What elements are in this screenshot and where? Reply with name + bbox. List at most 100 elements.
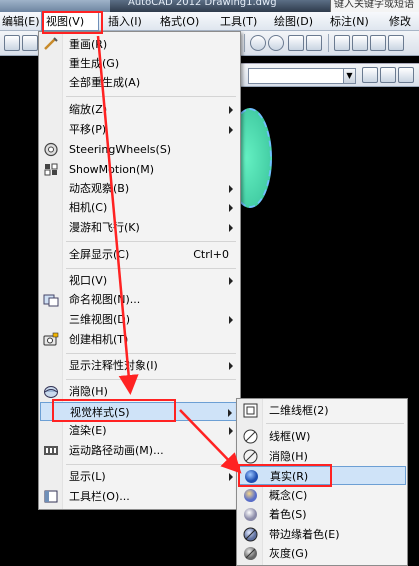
submenu-item-shaded-edges[interactable]: 带边缘着色(E): [238, 525, 406, 544]
menu-separator: [66, 464, 236, 465]
menu-item-clean-screen[interactable]: 全屏显示(C) Ctrl+0: [40, 245, 239, 264]
menu-item-pan[interactable]: 平移(P): [40, 120, 239, 139]
layer-state-icon[interactable]: [362, 67, 378, 83]
hide-icon: [44, 386, 58, 398]
menu-item-label: 平移(P): [69, 123, 107, 136]
zoom-extents-icon[interactable]: [306, 35, 322, 51]
menu-item-label: 重生成(G): [69, 57, 120, 70]
toolbar-separator: [328, 34, 329, 52]
sheet-set-icon[interactable]: [388, 35, 404, 51]
zoom-window-icon[interactable]: [250, 35, 266, 51]
menu-item-create-camera[interactable]: 创建相机(T): [40, 330, 239, 349]
menu-item-label: 显示注释性对象(I): [69, 359, 158, 372]
menu-item-redraw[interactable]: 重画(R): [40, 35, 239, 54]
2d-wireframe-icon: [243, 403, 258, 418]
menu-insert[interactable]: 插入(I): [104, 12, 146, 31]
menu-separator: [66, 268, 236, 269]
submenu-item-label: 灰度(G): [269, 547, 309, 560]
menu-item-display[interactable]: 显示(L): [40, 467, 239, 486]
showmotion-icon: [44, 163, 58, 176]
menu-draw[interactable]: 绘图(D): [270, 12, 317, 31]
menu-item-motion-path[interactable]: 运动路径动画(M)...: [40, 441, 239, 460]
menu-item-show-annotative[interactable]: 显示注释性对象(I): [40, 356, 239, 375]
menu-item-label: ShowMotion(M): [69, 163, 155, 176]
menu-item-showmotion[interactable]: ShowMotion(M): [40, 160, 239, 179]
shaded-edges-icon: [243, 527, 258, 542]
named-view-icon: [43, 294, 59, 307]
wireframe-icon: [243, 429, 258, 444]
toolbar-icon: [44, 490, 58, 503]
annotation-box-realistic: [238, 464, 332, 487]
menu-item-label: 视口(V): [69, 274, 108, 287]
hidden-icon: [243, 449, 258, 464]
layer-match-icon[interactable]: [398, 67, 414, 83]
menu-item-steeringwheels[interactable]: SteeringWheels(S): [40, 140, 239, 159]
search-input[interactable]: 键入关键字或短语: [330, 0, 419, 12]
submenu-arrow-icon: [229, 126, 233, 134]
menu-tools[interactable]: 工具(T): [216, 12, 261, 31]
menu-item-render[interactable]: 渲染(E): [40, 421, 239, 440]
submenu-item-wireframe[interactable]: 线框(W): [238, 427, 406, 446]
submenu-arrow-icon: [229, 204, 233, 212]
submenu-arrow-icon: [229, 224, 233, 232]
submenu-item-label: 着色(S): [269, 508, 307, 521]
submenu-item-shaded[interactable]: 着色(S): [238, 505, 406, 524]
menu-item-label: 重画(R): [69, 38, 108, 51]
annotation-box-view-menu: [42, 11, 103, 34]
submenu-item-label: 带边缘着色(E): [269, 528, 340, 541]
window-title: AutoCAD 2012 Drawing1.dwg: [128, 0, 277, 8]
menu-item-shortcut: Ctrl+0: [193, 248, 229, 261]
menu-item-zoom[interactable]: 缩放(Z): [40, 100, 239, 119]
submenu-item-label: 概念(C): [269, 489, 308, 502]
submenu-arrow-icon: [229, 427, 233, 435]
menu-modify[interactable]: 修改: [385, 12, 415, 31]
menu-separator: [66, 379, 236, 380]
menu-item-named-views[interactable]: 命名视图(N)...: [40, 290, 239, 309]
menu-item-label: 显示(L): [69, 470, 106, 483]
chevron-down-icon[interactable]: ▼: [343, 69, 355, 83]
menu-separator: [66, 353, 236, 354]
submenu-arrow-icon: [229, 316, 233, 324]
menu-format[interactable]: 格式(O): [156, 12, 203, 31]
menu-item-label: 全部重生成(A): [69, 76, 141, 89]
menu-item-label: 命名视图(N)...: [69, 293, 141, 306]
menu-item-regen[interactable]: 重生成(G): [40, 54, 239, 73]
layer-dropdown[interactable]: ▼: [248, 68, 356, 84]
menu-item-viewports[interactable]: 视口(V): [40, 271, 239, 290]
menu-item-label: 漫游和飞行(K): [69, 221, 140, 234]
film-icon: [44, 446, 58, 455]
zoom-previous-icon[interactable]: [268, 35, 284, 51]
menu-item-label: 动态观察(B): [69, 182, 130, 195]
annotation-box-visual-styles: [52, 399, 176, 422]
shaded-icon: [244, 508, 257, 521]
menu-item-orbit[interactable]: 动态观察(B): [40, 179, 239, 198]
view-dropdown-menu: 重画(R) 重生成(G) 全部重生成(A) 缩放(Z) 平移(P) Steeri…: [38, 31, 241, 510]
menu-item-toolbars[interactable]: 工具栏(O)...: [40, 487, 239, 506]
toolbar-separator: [244, 34, 245, 52]
new-icon[interactable]: [4, 35, 20, 51]
menu-item-label: 相机(C): [69, 201, 108, 214]
menu-item-3d-views[interactable]: 三维视图(D): [40, 310, 239, 329]
submenu-item-conceptual[interactable]: 概念(C): [238, 486, 406, 505]
submenu-item-grayscale[interactable]: 灰度(G): [238, 544, 406, 563]
menu-item-label: 工具栏(O)...: [69, 490, 130, 503]
submenu-item-label: 二维线框(2): [269, 404, 329, 417]
menu-separator: [66, 241, 236, 242]
zoom-realtime-icon[interactable]: [288, 35, 304, 51]
redraw-icon: [44, 37, 58, 50]
brush-icon[interactable]: [22, 35, 38, 51]
menu-dimension[interactable]: 标注(N): [326, 12, 373, 31]
menu-item-camera[interactable]: 相机(C): [40, 198, 239, 217]
tool-palettes-icon[interactable]: [370, 35, 386, 51]
layer-previous-icon[interactable]: [380, 67, 396, 83]
submenu-arrow-icon: [229, 106, 233, 114]
design-center-icon[interactable]: [352, 35, 368, 51]
properties-icon[interactable]: [334, 35, 350, 51]
submenu-item-2d-wireframe[interactable]: 二维线框(2): [238, 401, 406, 420]
menu-item-walk-fly[interactable]: 漫游和飞行(K): [40, 218, 239, 237]
menu-item-label: 渲染(E): [69, 424, 107, 437]
menu-separator: [266, 423, 404, 424]
menu-item-regen-all[interactable]: 全部重生成(A): [40, 73, 239, 92]
submenu-arrow-icon: [229, 473, 233, 481]
menu-edit[interactable]: 编辑(E): [0, 12, 44, 31]
